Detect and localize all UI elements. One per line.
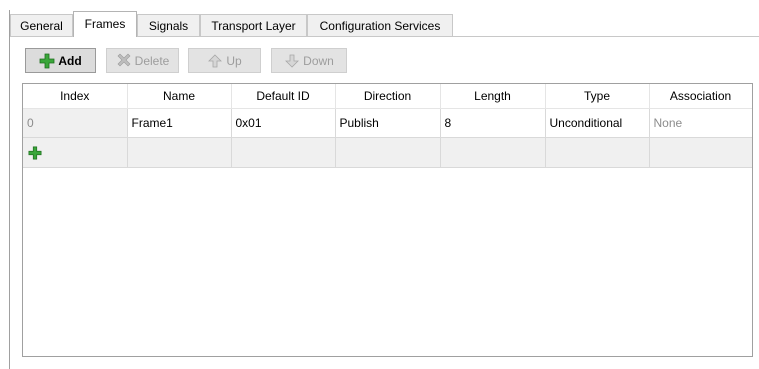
column-header-index[interactable]: Index — [23, 84, 128, 109]
column-header-association[interactable]: Association — [649, 84, 752, 109]
plus-icon[interactable] — [27, 145, 43, 161]
down-button[interactable]: Down — [271, 48, 347, 73]
tab-signals[interactable]: Signals — [137, 14, 200, 36]
cell-type[interactable]: Unconditional — [545, 108, 650, 138]
delete-button[interactable]: Delete — [106, 48, 179, 73]
arrow-up-icon — [207, 53, 223, 69]
new-row-cell[interactable] — [649, 137, 752, 168]
down-button-label: Down — [303, 53, 334, 68]
add-button[interactable]: Add — [25, 48, 96, 73]
cell-index: 0 — [23, 108, 128, 138]
cell-direction[interactable]: Publish — [335, 108, 441, 138]
tab-general[interactable]: General — [10, 14, 73, 36]
column-header-direction[interactable]: Direction — [335, 84, 441, 109]
new-row-cell[interactable] — [127, 137, 232, 168]
plus-icon — [39, 53, 55, 69]
new-row-cell[interactable] — [335, 137, 441, 168]
cell-default-id[interactable]: 0x01 — [231, 108, 336, 138]
tab-frames[interactable]: Frames — [73, 11, 137, 37]
frames-grid[interactable]: Index Name Default ID Direction Length T… — [22, 83, 753, 357]
column-header-length[interactable]: Length — [440, 84, 546, 109]
new-row-add-cell[interactable] — [23, 137, 128, 168]
delete-button-label: Delete — [134, 53, 170, 68]
new-row-cell[interactable] — [440, 137, 546, 168]
column-header-default-id[interactable]: Default ID — [231, 84, 336, 109]
column-header-name[interactable]: Name — [127, 84, 232, 109]
delete-x-icon — [116, 53, 132, 69]
add-button-label: Add — [58, 53, 82, 68]
tab-configuration-services[interactable]: Configuration Services — [307, 14, 453, 36]
tab-transport-layer[interactable]: Transport Layer — [200, 14, 307, 36]
cell-length[interactable]: 8 — [440, 108, 546, 138]
cell-name[interactable]: Frame1 — [127, 108, 232, 138]
new-row[interactable] — [23, 137, 752, 168]
up-button-label: Up — [226, 53, 242, 68]
header-row: Index Name Default ID Direction Length T… — [23, 84, 752, 109]
cell-association[interactable]: None — [649, 108, 752, 138]
up-button[interactable]: Up — [188, 48, 261, 73]
frames-table: Index Name Default ID Direction Length T… — [23, 84, 752, 168]
arrow-down-icon — [284, 53, 300, 69]
panel-left-border — [9, 10, 10, 369]
table-row[interactable]: 0 Frame1 0x01 Publish 8 Unconditional No… — [23, 108, 752, 138]
column-header-type[interactable]: Type — [545, 84, 650, 109]
new-row-cell[interactable] — [545, 137, 650, 168]
new-row-cell[interactable] — [231, 137, 336, 168]
